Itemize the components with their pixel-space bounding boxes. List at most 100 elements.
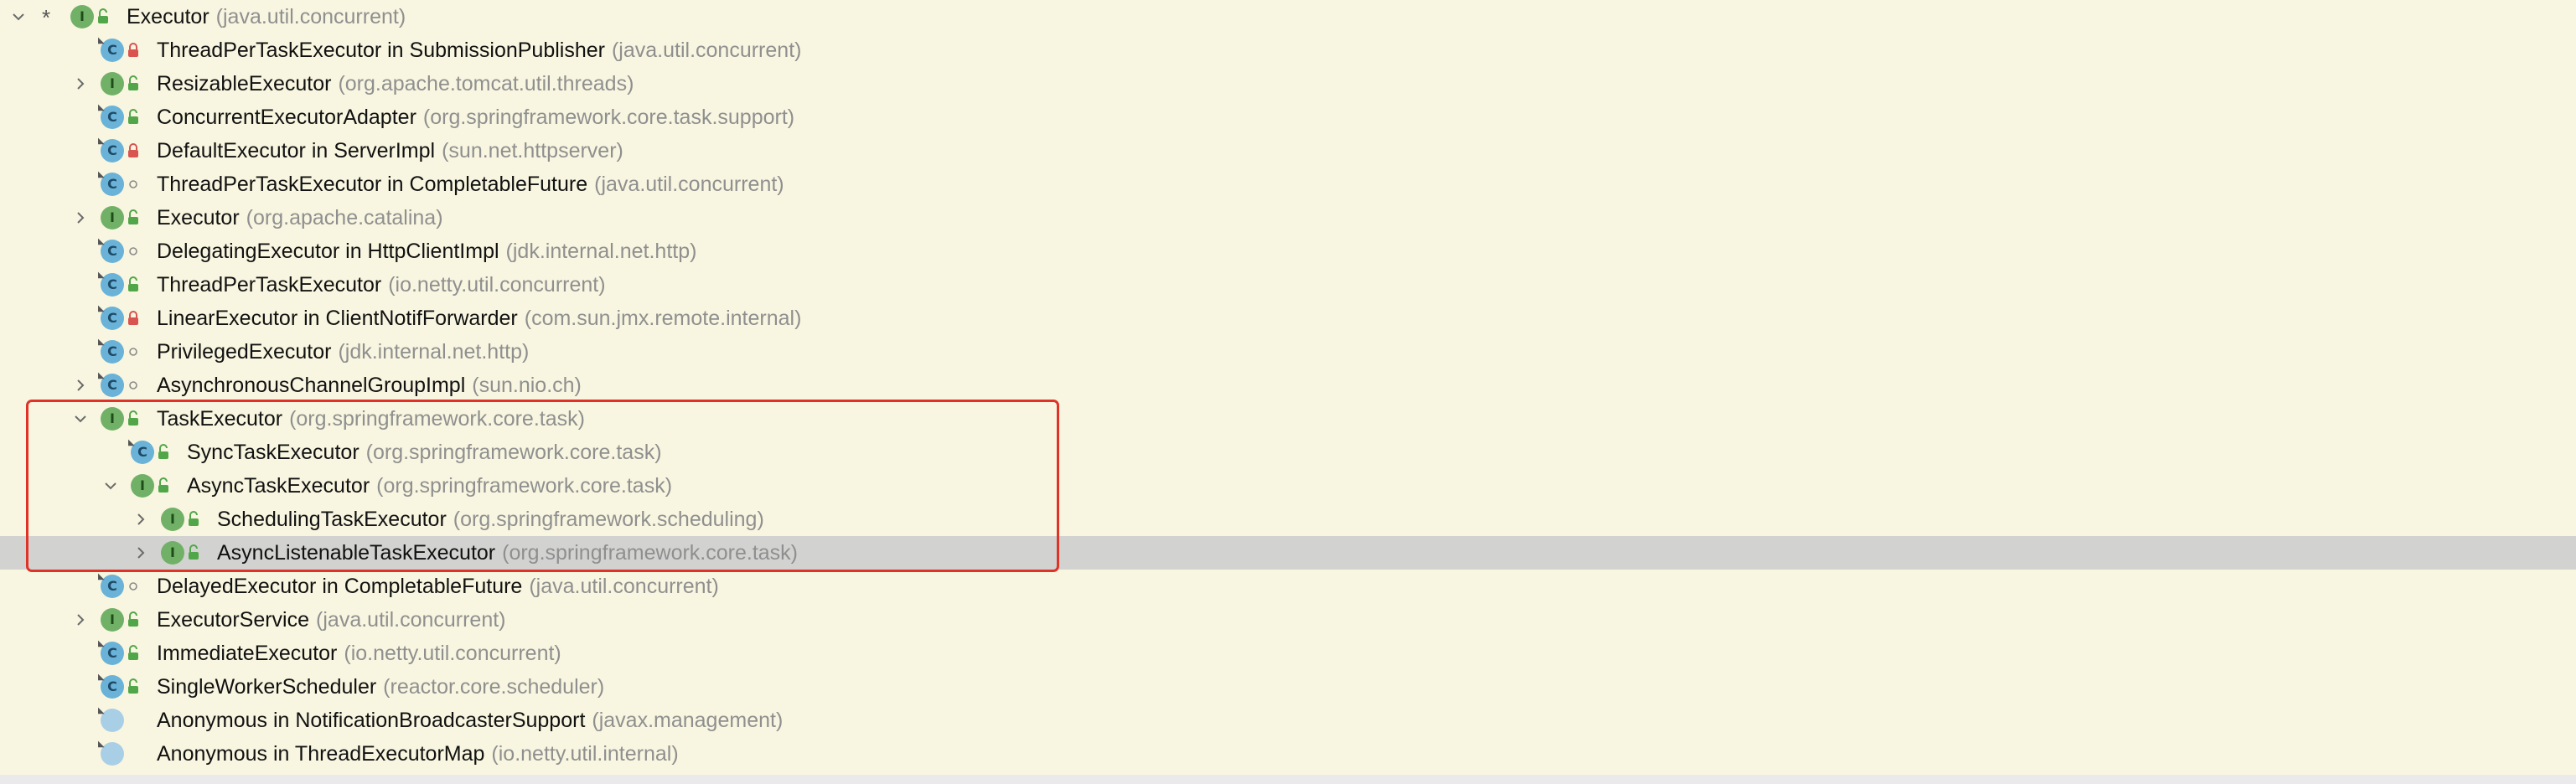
type-name: ImmediateExecutor — [157, 642, 338, 665]
public-lock-icon — [126, 209, 141, 226]
chevron-right-icon[interactable] — [69, 67, 92, 101]
tree-row-label: PrivilegedExecutor (jdk.internal.net.http… — [157, 335, 529, 369]
package-visibility-icon — [126, 343, 141, 360]
tree-row[interactable]: I SchedulingTaskExecutor (org.springframew… — [0, 503, 2576, 536]
tree-row[interactable]: C ◣ DelayedExecutor in CompletableFuture (j… — [0, 570, 2576, 603]
type-name: AsynchronousChannelGroupImpl — [157, 374, 466, 397]
tree-row[interactable]: C ◣ ThreadPerTaskExecutor (io.netty.util.co… — [0, 268, 2576, 302]
tree-row[interactable]: C ◣ AsynchronousChannelGroupImpl (sun.nio.c… — [0, 369, 2576, 402]
tree-row[interactable]: I AsyncTaskExecutor (org.springframework.c… — [0, 469, 2576, 503]
bottom-strip — [0, 775, 2576, 784]
tree-row[interactable]: C ◣ SyncTaskExecutor (org.springframework.c… — [0, 436, 2576, 469]
tree-row-label: DefaultExecutor in ServerImpl (sun.net.ht… — [157, 134, 623, 168]
tree-row-label: Executor (java.util.concurrent) — [127, 0, 406, 34]
type-name: DelayedExecutor in CompletableFuture — [157, 575, 523, 598]
package-name: (io.netty.util.concurrent) — [344, 642, 561, 665]
tree-row[interactable]: I ResizableExecutor (org.apache.tomcat.uti… — [0, 67, 2576, 101]
tree-row[interactable]: C ◣ DefaultExecutor in ServerImpl (sun.net.… — [0, 134, 2576, 168]
tree-row[interactable]: I AsyncListenableTaskExecutor (org.springf… — [0, 536, 2576, 570]
tree-row[interactable]: C ◣ LinearExecutor in ClientNotifForwarder… — [0, 302, 2576, 335]
type-name: Executor — [127, 5, 209, 28]
chevron-right-icon[interactable] — [129, 536, 153, 570]
tree-row[interactable]: * I Executor (java.util.concurrent) — [0, 0, 2576, 34]
private-lock-icon — [126, 310, 141, 327]
tree-row-label: SchedulingTaskExecutor (org.springframewo… — [217, 503, 764, 536]
type-name: PrivilegedExecutor — [157, 340, 332, 364]
tree-row[interactable]: C ◣ ThreadPerTaskExecutor in CompletableFu… — [0, 168, 2576, 201]
tree-row[interactable]: I TaskExecutor (org.springframework.core.t… — [0, 402, 2576, 436]
tree-row-label: ThreadPerTaskExecutor in SubmissionPubli… — [157, 34, 801, 67]
package-name: (org.springframework.core.task.support) — [422, 106, 795, 129]
package-name: (java.util.concurrent) — [215, 5, 406, 28]
chevron-right-icon[interactable] — [69, 369, 92, 402]
tree-row[interactable]: C ◣ ImmediateExecutor (io.netty.util.concur… — [0, 637, 2576, 670]
public-lock-icon — [96, 8, 111, 25]
type-name: AsyncListenableTaskExecutor — [217, 541, 496, 565]
tree-row-label: SingleWorkerScheduler (reactor.core.sched… — [157, 670, 604, 704]
type-name: SingleWorkerScheduler — [157, 675, 377, 699]
package-name: (io.netty.util.internal) — [491, 742, 679, 766]
chevron-down-icon[interactable] — [69, 402, 92, 436]
package-name: (jdk.internal.net.http) — [505, 240, 697, 263]
interface-icon: I — [101, 407, 124, 431]
type-hierarchy-tree[interactable]: * I Executor (java.util.concurrent) C ◣ Thread… — [0, 0, 2576, 784]
type-name: ResizableExecutor — [157, 72, 332, 95]
interface-icon: I — [161, 508, 184, 531]
tree-row[interactable]: C ◣ DelegatingExecutor in HttpClientImpl (j… — [0, 235, 2576, 268]
package-name: (java.util.concurrent) — [594, 173, 784, 196]
type-name: Anonymous in NotificationBroadcasterSupp… — [157, 709, 586, 732]
interface-icon: I — [101, 206, 124, 230]
package-visibility-icon — [126, 243, 141, 260]
anonymous-class-icon: ◣ — [98, 740, 124, 766]
tree-row-label: AsyncTaskExecutor (org.springframework.co… — [187, 469, 672, 503]
tree-row[interactable]: ◣ Anonymous in ThreadExecutorMap (io.netty… — [0, 737, 2576, 771]
package-name: (java.util.concurrent) — [316, 608, 506, 632]
tree-row-label: ResizableExecutor (org.apache.tomcat.util… — [157, 67, 634, 101]
private-lock-icon — [126, 42, 141, 59]
chevron-right-icon[interactable] — [129, 503, 153, 536]
tree-row[interactable]: C ◣ ConcurrentExecutorAdapter (org.springfr… — [0, 101, 2576, 134]
public-lock-icon — [126, 678, 141, 695]
tree-row-label: AsynchronousChannelGroupImpl (sun.nio.ch) — [157, 369, 582, 402]
class-icon: C ◣ — [98, 640, 124, 665]
package-name: (java.util.concurrent) — [529, 575, 719, 598]
type-name: ThreadPerTaskExecutor in CompletableFutu… — [157, 173, 588, 196]
public-lock-icon — [126, 75, 141, 92]
public-lock-icon — [126, 109, 141, 126]
public-lock-icon — [126, 276, 141, 293]
tree-row-label: LinearExecutor in ClientNotifForwarder (c… — [157, 302, 801, 335]
package-name: (sun.net.httpserver) — [442, 139, 623, 162]
tree-row-label: ThreadPerTaskExecutor (io.netty.util.conc… — [157, 268, 606, 302]
type-name: DefaultExecutor in ServerImpl — [157, 139, 436, 162]
class-icon: C ◣ — [98, 104, 124, 129]
chevron-down-icon[interactable] — [7, 0, 30, 34]
package-name: (sun.nio.ch) — [472, 374, 582, 397]
tree-row[interactable]: C ◣ PrivilegedExecutor (jdk.internal.net.ht… — [0, 335, 2576, 369]
tree-row[interactable]: ◣ Anonymous in NotificationBroadcasterSup… — [0, 704, 2576, 737]
class-icon: C ◣ — [98, 137, 124, 162]
private-lock-icon — [126, 142, 141, 159]
class-icon: C ◣ — [98, 372, 124, 397]
package-visibility-icon — [126, 578, 141, 595]
public-lock-icon — [126, 645, 141, 662]
public-lock-icon — [186, 544, 201, 561]
interface-icon: I — [101, 72, 124, 95]
type-name: LinearExecutor in ClientNotifForwarder — [157, 307, 518, 330]
tree-row-label: Anonymous in NotificationBroadcasterSupp… — [157, 704, 783, 737]
tree-row[interactable]: I ExecutorService (java.util.concurrent) — [0, 603, 2576, 637]
chevron-right-icon[interactable] — [69, 603, 92, 637]
chevron-right-icon[interactable] — [69, 201, 92, 235]
class-icon: C ◣ — [98, 673, 124, 699]
public-lock-icon — [126, 611, 141, 628]
package-name: (javax.management) — [592, 709, 784, 732]
tree-row-label: ConcurrentExecutorAdapter (org.springfram… — [157, 101, 794, 134]
type-name: Executor — [157, 206, 240, 230]
star-marker: * — [42, 5, 51, 30]
package-name: (org.springframework.core.task) — [289, 407, 585, 431]
tree-row[interactable]: I Executor (org.apache.catalina) — [0, 201, 2576, 235]
tree-row[interactable]: C ◣ ThreadPerTaskExecutor in SubmissionPub… — [0, 34, 2576, 67]
tree-row[interactable]: C ◣ SingleWorkerScheduler (reactor.core.sch… — [0, 670, 2576, 704]
chevron-down-icon[interactable] — [99, 469, 122, 503]
package-name: (jdk.internal.net.http) — [338, 340, 530, 364]
class-icon: C ◣ — [98, 238, 124, 263]
